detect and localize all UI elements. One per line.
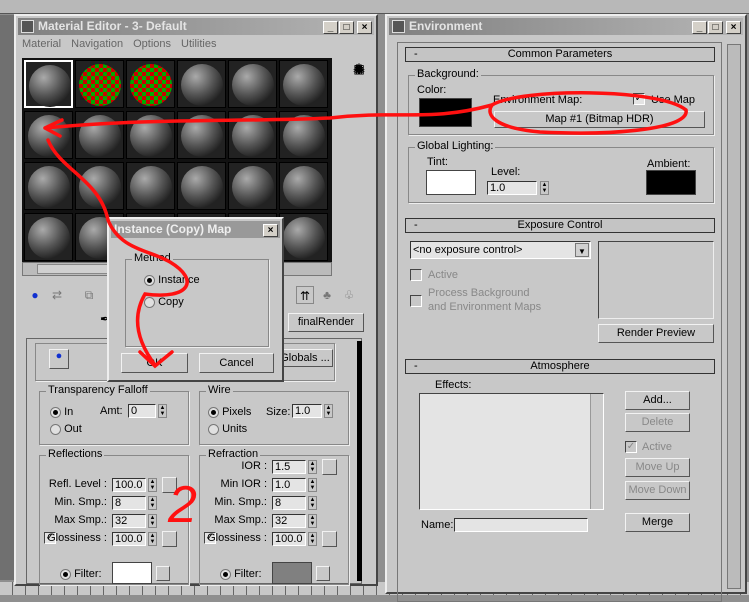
annotation-arrow-to-ok — [46, 138, 189, 369]
annotation-overlay: 2 — [43, 91, 688, 534]
annotation-arrow-to-slot — [43, 103, 494, 138]
annotation-number: 2 — [167, 476, 197, 534]
annotation-ellipse — [488, 91, 688, 135]
